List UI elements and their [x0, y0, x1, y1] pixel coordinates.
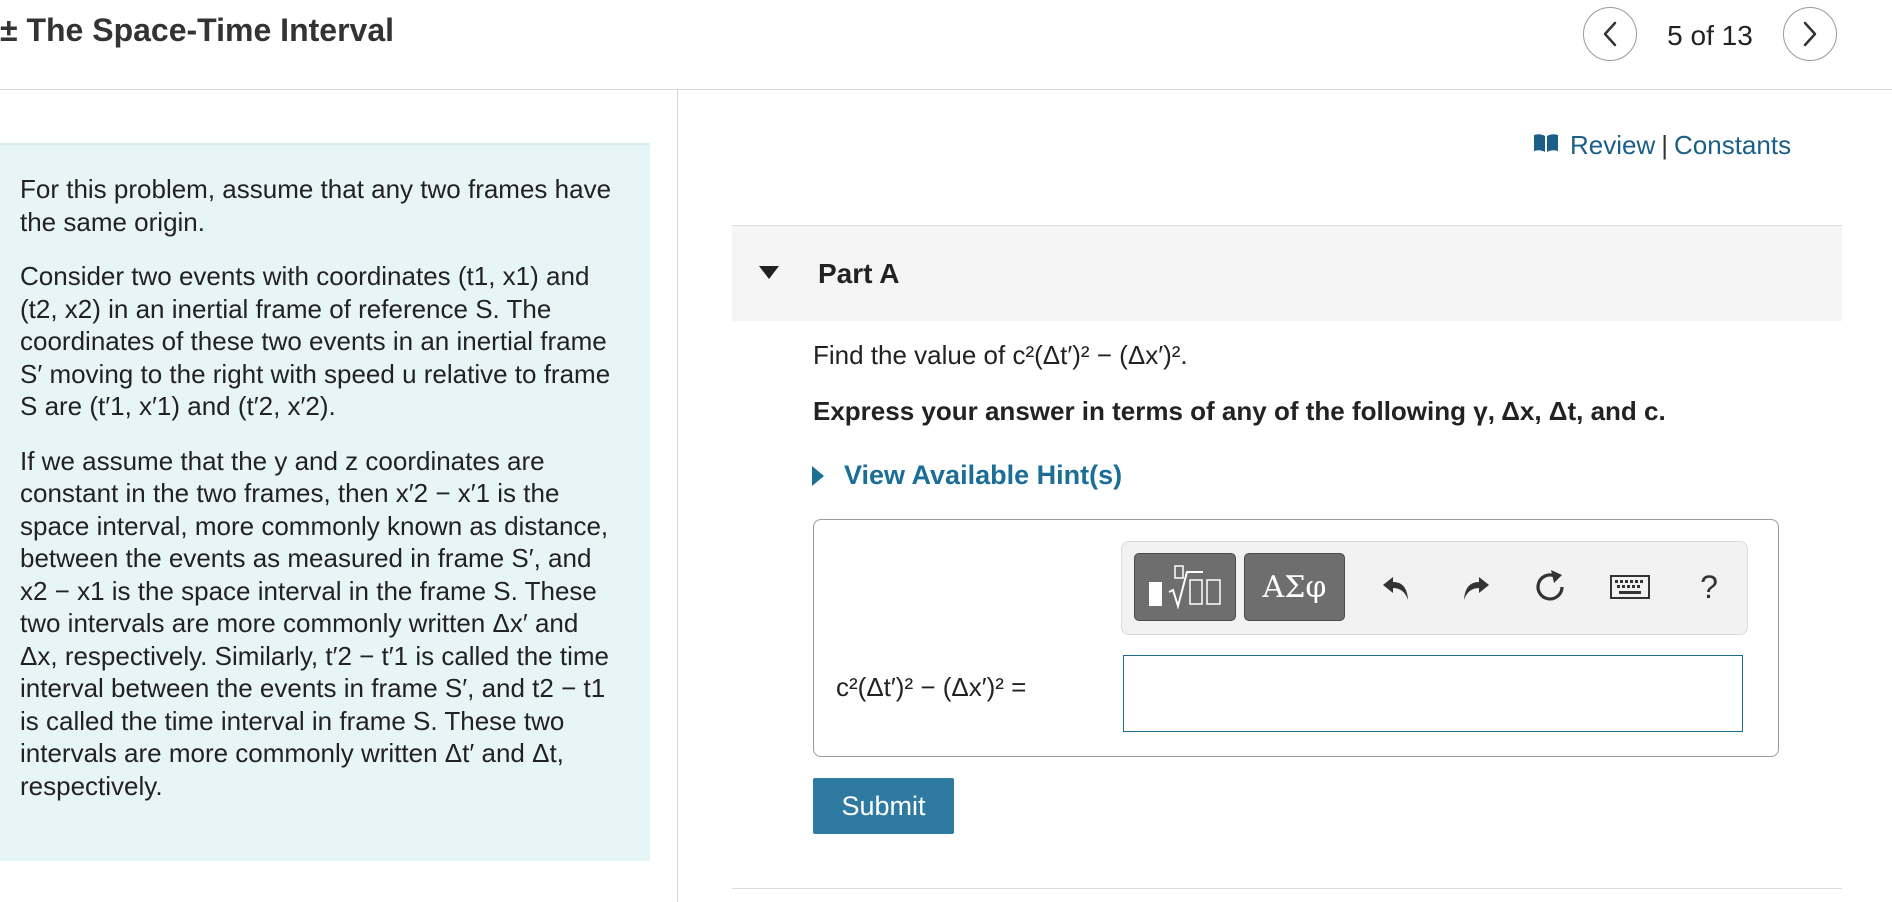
problem-intro-panel: For this problem, assume that any two fr… [0, 143, 650, 861]
equation-label: c²(Δt′)² − (Δx′)² = [836, 672, 1027, 702]
templates-icon [1149, 565, 1221, 610]
keyboard-icon [1610, 575, 1650, 599]
header: ± The Space-Time Interval 5 of 13 [0, 0, 1892, 90]
undo-button[interactable] [1367, 556, 1427, 618]
previous-button[interactable] [1583, 7, 1637, 61]
greek-symbols-button[interactable]: ΑΣφ [1244, 553, 1345, 621]
part-a-header[interactable]: Part A [732, 225, 1842, 321]
math-toolbar: ΑΣφ ? [1121, 541, 1748, 635]
hint-label: View Available Hint(s) [844, 460, 1123, 490]
page-title: ± The Space-Time Interval [0, 12, 394, 48]
review-link[interactable]: Review [1570, 130, 1655, 161]
next-button[interactable] [1783, 7, 1837, 61]
answer-input[interactable] [1123, 655, 1743, 732]
intro-paragraph-3: If we assume that the y and z coordinate… [20, 445, 609, 801]
help-button[interactable]: ? [1679, 556, 1739, 618]
caret-right-icon [812, 465, 824, 486]
intro-paragraph-2: Consider two events with coordinates (t1… [20, 261, 611, 421]
intro-paragraph-1: For this problem, assume that any two fr… [20, 174, 612, 237]
answer-area: ΑΣφ ? c²(Δt′)² − (Δx′)² = [813, 519, 1779, 757]
submit-button[interactable]: Submit [813, 778, 954, 834]
chevron-right-icon [1803, 21, 1817, 47]
undo-icon [1383, 577, 1408, 600]
templates-button[interactable] [1134, 553, 1236, 621]
section-divider [732, 888, 1842, 889]
page-counter: 5 of 13 [1667, 20, 1753, 51]
book-icon [1532, 130, 1560, 161]
reset-button[interactable] [1520, 556, 1580, 618]
redo-icon [1464, 577, 1489, 600]
redo-button[interactable] [1445, 556, 1505, 618]
view-hints-link[interactable]: View Available Hint(s) [812, 460, 1122, 491]
constants-link[interactable]: Constants [1674, 130, 1791, 161]
column-divider [677, 90, 678, 902]
link-separator: | [1661, 130, 1669, 160]
reset-icon [1536, 570, 1564, 601]
caret-down-icon[interactable] [759, 266, 779, 279]
resource-links: Review | Constants [1532, 130, 1791, 161]
part-title: Part A [818, 258, 900, 289]
chevron-left-icon [1603, 21, 1617, 47]
keyboard-button[interactable] [1600, 556, 1660, 618]
answer-instructions: Express your answer in terms of any of t… [813, 396, 1666, 426]
question-text: Find the value of c²(Δt′)² − (Δx′)². [813, 340, 1188, 370]
